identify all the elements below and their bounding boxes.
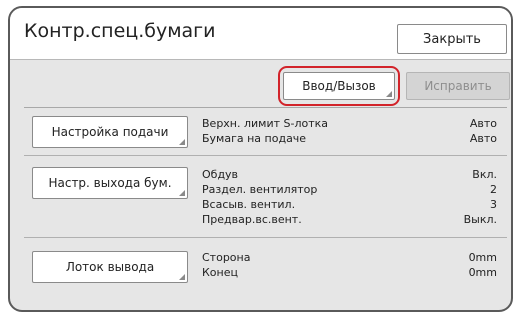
feed-settings-labels: Верхн. лимит S-лотка Бумага на подаче <box>202 116 328 146</box>
input-recall-label: Ввод/Вызов <box>302 79 376 93</box>
output-tray-values: 0mm 0mm <box>469 250 497 280</box>
header: Контр.спец.бумаги Закрыть <box>10 8 511 60</box>
output-tray-labels: Сторона Конец <box>202 250 250 280</box>
setting-label: Бумага на подаче <box>202 132 307 145</box>
divider <box>24 155 507 156</box>
setting-label: Всасыв. вентил. <box>202 198 296 211</box>
setting-value: Авто <box>469 117 497 130</box>
feed-settings-values: Авто Авто <box>470 116 497 146</box>
output-settings-button[interactable]: Настр. выхода бум. <box>32 167 188 199</box>
close-button-label: Закрыть <box>423 31 481 47</box>
setting-label: Раздел. вентилятор <box>202 183 318 196</box>
close-button[interactable]: Закрыть <box>397 24 507 54</box>
output-settings-label: Настр. выхода бум. <box>48 176 172 190</box>
output-tray-label: Лоток вывода <box>65 260 155 274</box>
output-settings-values: Вкл. 2 3 Выкл. <box>464 167 497 227</box>
paper-control-panel: Контр.спец.бумаги Закрыть Ввод/Вызов Исп… <box>8 6 513 312</box>
input-recall-button[interactable]: Ввод/Вызов <box>283 72 395 100</box>
setting-label: Конец <box>202 266 238 279</box>
fix-button[interactable]: Исправить <box>406 72 510 100</box>
setting-value: 2 <box>490 183 497 196</box>
feed-settings-button[interactable]: Настройка подачи <box>32 116 188 148</box>
corner-indicator-icon <box>179 190 185 196</box>
corner-indicator-icon <box>179 139 185 145</box>
corner-indicator-icon <box>386 91 392 97</box>
corner-indicator-icon <box>179 274 185 280</box>
fix-button-label: Исправить <box>424 79 492 93</box>
output-settings-labels: Обдув Раздел. вентилятор Всасыв. вентил.… <box>202 167 317 227</box>
setting-value: 3 <box>490 198 497 211</box>
divider <box>24 237 507 238</box>
setting-value: Авто <box>469 132 497 145</box>
output-tray-button[interactable]: Лоток вывода <box>32 251 188 283</box>
feed-settings-label: Настройка подачи <box>51 125 169 139</box>
setting-value: Выкл. <box>463 213 497 226</box>
toolbar: Ввод/Вызов Исправить <box>24 60 510 108</box>
setting-label: Верхн. лимит S-лотка <box>202 117 329 130</box>
page-title: Контр.спец.бумаги <box>24 20 216 42</box>
setting-label: Предвар.вс.вент. <box>202 213 302 226</box>
setting-value: Вкл. <box>472 168 497 181</box>
setting-label: Сторона <box>202 251 251 264</box>
setting-value: 0mm <box>468 266 497 279</box>
setting-value: 0mm <box>468 251 497 264</box>
setting-label: Обдув <box>202 168 239 181</box>
